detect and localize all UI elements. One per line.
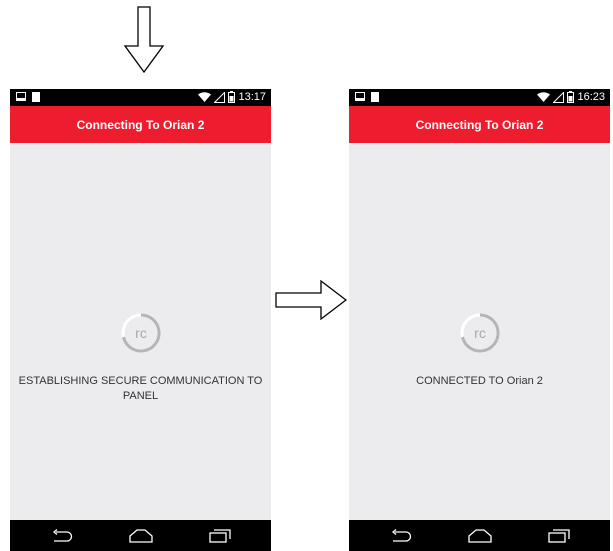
signal-icon	[553, 91, 565, 103]
app-bar: Connecting To Orian 2	[10, 106, 271, 143]
recent-apps-button[interactable]	[206, 525, 234, 547]
rc-logo-spinner: rc	[460, 313, 500, 353]
logo-text: rc	[474, 325, 486, 341]
back-button[interactable]	[48, 525, 76, 547]
rc-logo-spinner: rc	[121, 313, 161, 353]
home-button[interactable]	[466, 525, 494, 547]
back-icon	[391, 528, 411, 542]
app-bar-title: Connecting To Orian 2	[415, 117, 544, 132]
status-bar: 13:17	[10, 89, 271, 106]
app-bar-title: Connecting To Orian 2	[76, 117, 205, 132]
notification-icon	[16, 92, 26, 101]
home-button[interactable]	[127, 525, 155, 547]
status-message-line1: CONNECTED TO Orian 2	[416, 375, 543, 387]
signal-icon	[214, 91, 226, 103]
notification-icon	[355, 92, 365, 101]
back-icon	[52, 528, 72, 542]
phone-screen-connecting: 13:17 Connecting To Orian 2 rc ESTABLISH…	[10, 89, 271, 551]
recent-apps-icon	[547, 528, 570, 543]
recent-apps-button[interactable]	[545, 525, 573, 547]
back-button[interactable]	[387, 525, 415, 547]
home-icon	[467, 528, 492, 543]
status-message: CONNECTED TO Orian 2	[349, 374, 610, 389]
status-time: 13:17	[238, 91, 266, 103]
phone-screen-connected: 16:23 Connecting To Orian 2 rc CONNECTED…	[349, 89, 610, 551]
navigation-bar	[349, 520, 610, 551]
app-bar: Connecting To Orian 2	[349, 106, 610, 143]
status-bar: 16:23	[349, 89, 610, 106]
home-icon	[128, 528, 153, 543]
status-message: ESTABLISHING SECURE COMMUNICATION TO PAN…	[13, 374, 268, 404]
status-message-line2: PANEL	[122, 390, 159, 402]
arrow-right-icon	[275, 280, 347, 320]
arrow-down-icon	[123, 6, 165, 73]
wifi-icon	[537, 91, 551, 102]
status-message-line1: ESTABLISHING SECURE COMMUNICATION TO	[18, 375, 263, 387]
wifi-icon	[198, 91, 212, 102]
status-time: 16:23	[577, 91, 605, 103]
battery-icon	[228, 91, 236, 103]
navigation-bar	[10, 520, 271, 551]
storage-icon	[371, 92, 379, 102]
battery-icon	[567, 91, 575, 103]
storage-icon	[32, 92, 40, 102]
logo-text: rc	[135, 325, 147, 341]
recent-apps-icon	[208, 528, 231, 543]
